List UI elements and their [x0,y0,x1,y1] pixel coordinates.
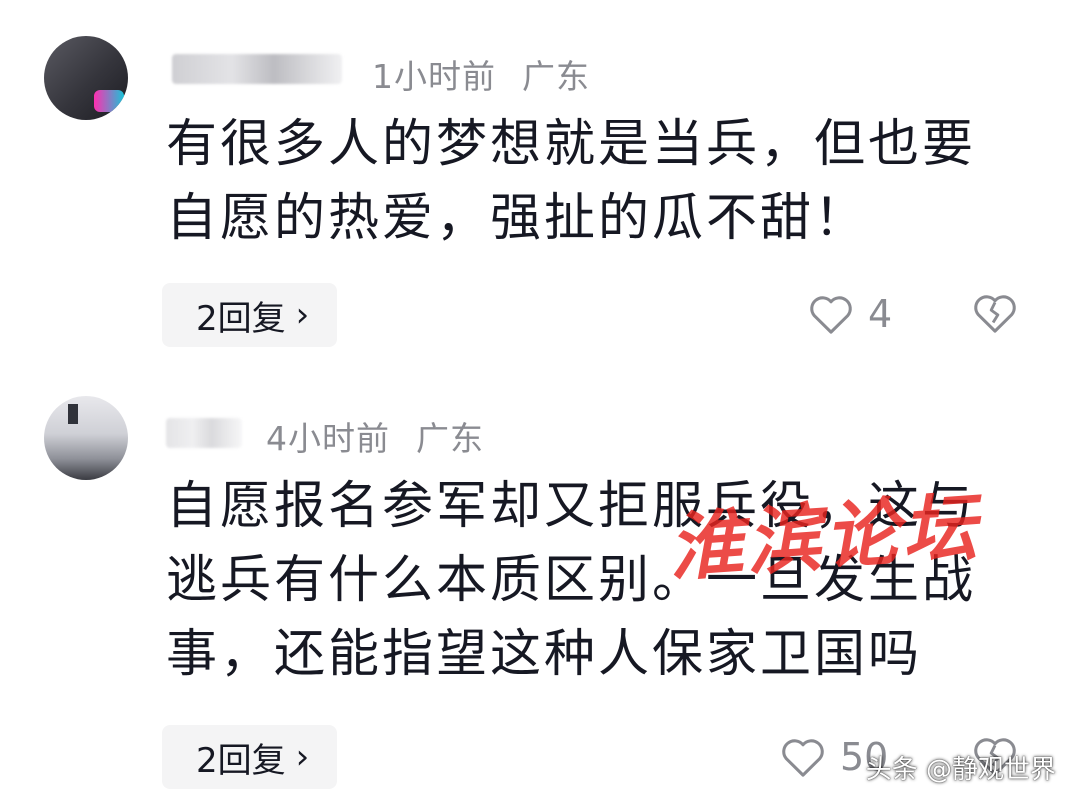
view-replies-button[interactable]: 2回复 › [162,283,338,347]
comment-meta: 4小时前 广东 [266,412,484,460]
like-count: 4 [868,292,893,336]
comment-location: 广东 [522,57,590,96]
comment-location: 广东 [416,419,484,458]
broken-heart-icon [974,295,1016,333]
username-blurred[interactable] [172,54,342,84]
comment-time: 1小时前 [372,57,496,96]
view-replies-button[interactable]: 2回复 › [162,725,338,789]
chevron-right-icon: › [295,737,310,777]
like-button[interactable]: 4 [808,292,892,336]
username-blurred[interactable] [166,418,242,448]
avatar[interactable] [44,36,128,120]
reply-label: 2回复 [196,298,286,339]
dislike-button[interactable] [972,292,1018,338]
reply-label: 2回复 [196,740,286,781]
comment-text: 有很多人的梦想就是当兵，但也要 自愿的热爱，强扯的瓜不甜！ [166,115,977,248]
heart-icon [810,296,852,334]
source-attribution: 头条 @静观世界 [865,755,1056,785]
forum-watermark: 淮滨论坛 [665,484,984,592]
heart-icon [782,739,824,777]
comment-time: 4小时前 [266,419,390,458]
chevron-right-icon: › [295,295,310,335]
avatar[interactable] [44,396,128,480]
comment-meta: 1小时前 广东 [372,50,590,98]
